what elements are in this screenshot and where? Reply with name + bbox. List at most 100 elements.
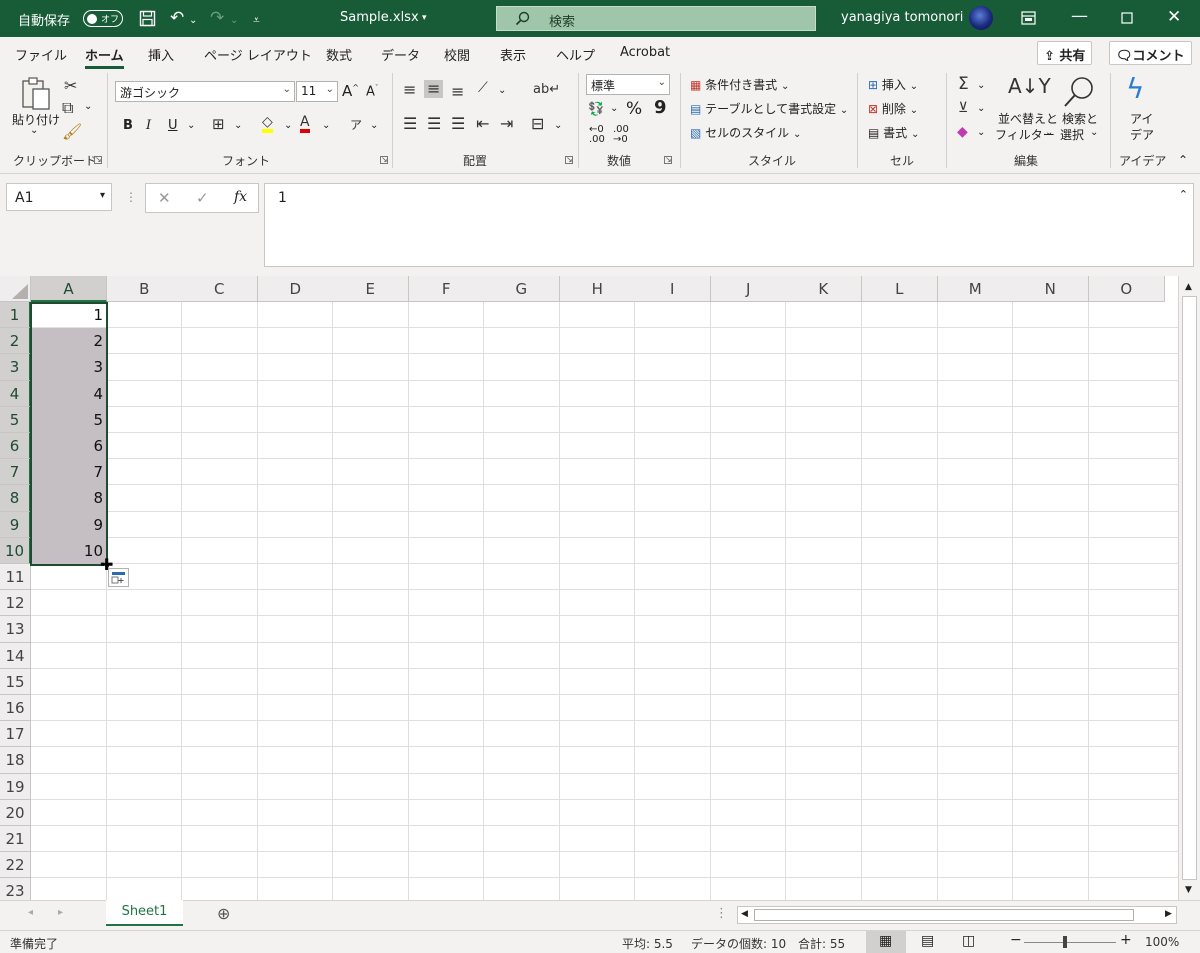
conditional-formatting-button[interactable]: ▦ 条件付き書式 ⌄ xyxy=(690,76,789,93)
borders-icon[interactable]: ⊞ xyxy=(212,115,225,133)
cancel-icon[interactable]: ✕ xyxy=(158,189,171,207)
alignment-launcher-icon[interactable]: ↘ xyxy=(565,156,573,164)
copy-dropdown-icon[interactable]: ⌄ xyxy=(84,101,92,112)
ideas-icon[interactable]: ϟ xyxy=(1126,74,1144,104)
undo-icon[interactable]: ↶ xyxy=(170,8,184,28)
row-header-11[interactable]: 11 xyxy=(0,564,31,591)
row-header-23[interactable]: 23 xyxy=(0,878,31,900)
clipboard-launcher-icon[interactable]: ↘ xyxy=(94,156,102,164)
row-header-17[interactable]: 17 xyxy=(0,721,31,748)
wrap-text-icon[interactable]: ab↵ xyxy=(533,81,560,99)
column-header-k[interactable]: K xyxy=(786,276,862,302)
paste-dropdown-icon[interactable]: ⌄ xyxy=(30,125,38,136)
column-header-a[interactable]: A xyxy=(31,276,107,302)
tab-file[interactable]: ファイル xyxy=(15,45,67,64)
number-launcher-icon[interactable]: ↘ xyxy=(664,156,672,164)
tab-split-grip-icon[interactable]: ⋮ xyxy=(715,906,728,921)
scroll-thumb[interactable] xyxy=(1182,296,1197,880)
row-header-20[interactable]: 20 xyxy=(0,799,31,826)
format-cells-button[interactable]: ▤ 書式 ⌄ xyxy=(868,124,919,141)
fill-color-dropdown-icon[interactable]: ⌄ xyxy=(284,120,292,131)
paste-icon[interactable] xyxy=(20,77,52,111)
italic-button[interactable]: I xyxy=(146,118,151,133)
percent-button[interactable]: % xyxy=(626,99,642,119)
row-header-13[interactable]: 13 xyxy=(0,616,31,643)
column-header-j[interactable]: J xyxy=(711,276,787,302)
normal-view-button[interactable]: ▦ xyxy=(866,931,906,953)
tab-insert[interactable]: 挿入 xyxy=(148,45,174,64)
borders-dropdown-icon[interactable]: ⌄ xyxy=(234,120,242,131)
row-header-12[interactable]: 12 xyxy=(0,590,31,617)
phonetic-dropdown-icon[interactable]: ⌄ xyxy=(370,120,378,131)
new-sheet-icon[interactable]: ⊕ xyxy=(217,904,230,923)
underline-button[interactable]: U xyxy=(168,118,178,133)
redo-icon[interactable]: ↷ xyxy=(210,8,224,28)
column-header-o[interactable]: O xyxy=(1089,276,1165,302)
find-dropdown-icon[interactable]: ⌄ xyxy=(1090,127,1098,138)
orientation-icon[interactable]: ⟋ xyxy=(478,79,488,97)
font-size-select[interactable]: 11 ⌄ xyxy=(296,81,338,102)
select-all-button[interactable] xyxy=(0,276,31,302)
row-header-8[interactable]: 8 xyxy=(0,485,31,512)
collapse-ribbon-icon[interactable]: ⌃ xyxy=(1178,153,1188,167)
close-icon[interactable]: ✕ xyxy=(1167,7,1181,27)
underline-dropdown-icon[interactable]: ⌄ xyxy=(187,120,195,131)
font-launcher-icon[interactable]: ↘ xyxy=(380,156,388,164)
maximize-icon[interactable] xyxy=(1121,12,1133,24)
formula-input[interactable]: 1 ⌃ xyxy=(264,183,1194,267)
fill-color-icon[interactable]: ◇ xyxy=(262,115,273,133)
user-name[interactable]: yanagiya tomonori xyxy=(841,10,963,25)
row-header-4[interactable]: 4 xyxy=(0,380,31,407)
sort-filter-label-1[interactable]: 並べ替えと xyxy=(998,110,1058,127)
merge-center-icon[interactable]: ⊟ xyxy=(531,115,544,133)
clear-dropdown-icon[interactable]: ⌄ xyxy=(977,127,985,138)
ribbon-display-icon[interactable] xyxy=(1021,11,1036,25)
status-count[interactable]: データの個数: 10 xyxy=(691,935,786,952)
row-header-15[interactable]: 15 xyxy=(0,668,31,695)
status-sum[interactable]: 合計: 55 xyxy=(798,935,845,952)
column-header-n[interactable]: N xyxy=(1013,276,1089,302)
tab-help[interactable]: ヘルプ xyxy=(556,45,595,64)
vertical-scrollbar[interactable]: ▲ ▼ xyxy=(1178,276,1200,900)
status-average[interactable]: 平均: 5.5 xyxy=(622,935,673,952)
autosum-icon[interactable]: Σ xyxy=(958,75,969,93)
avatar[interactable] xyxy=(969,6,993,30)
ideas-label-2[interactable]: デア xyxy=(1130,126,1154,143)
cut-icon[interactable]: ✂ xyxy=(64,77,77,95)
find-select-label-1[interactable]: 検索と xyxy=(1062,110,1098,127)
decrease-decimal-icon[interactable]: .00 →0 xyxy=(613,125,629,145)
sheet-tab-sheet1[interactable]: Sheet1 xyxy=(106,900,183,926)
scroll-left-icon[interactable]: ◀ xyxy=(741,909,748,919)
file-name[interactable]: Sample.xlsx xyxy=(340,10,419,25)
align-right-icon[interactable]: ☰ xyxy=(451,115,465,133)
filename-dropdown-icon[interactable]: ▾ xyxy=(422,13,427,23)
row-header-3[interactable]: 3 xyxy=(0,354,31,381)
column-header-e[interactable]: E xyxy=(333,276,409,302)
grow-font-icon[interactable]: A^ xyxy=(342,82,359,100)
minimize-icon[interactable]: — xyxy=(1071,6,1088,26)
column-header-m[interactable]: M xyxy=(938,276,1014,302)
tab-page-layout[interactable]: ページ レイアウト xyxy=(204,45,312,64)
bold-button[interactable]: B xyxy=(123,118,133,133)
cell-styles-button[interactable]: ▧ セルのスタイル ⌄ xyxy=(690,124,801,141)
orientation-dropdown-icon[interactable]: ⌄ xyxy=(498,85,506,96)
align-bottom-icon[interactable]: ≡ xyxy=(451,83,464,101)
column-header-i[interactable]: I xyxy=(635,276,711,302)
phonetic-icon[interactable]: ア xyxy=(350,116,362,134)
next-sheet-icon[interactable]: ▸ xyxy=(58,907,63,918)
horizontal-scrollbar[interactable]: ◀ ▶ xyxy=(737,906,1177,924)
font-family-select[interactable]: 游ゴシック ⌄ xyxy=(115,81,295,102)
align-center-icon[interactable]: ☰ xyxy=(427,115,441,133)
row-header-7[interactable]: 7 xyxy=(0,459,31,486)
shrink-font-icon[interactable]: Aˇ xyxy=(366,84,378,99)
row-header-5[interactable]: 5 xyxy=(0,406,31,433)
find-select-label-2[interactable]: 選択 xyxy=(1060,126,1084,143)
column-header-c[interactable]: C xyxy=(182,276,258,302)
page-layout-view-icon[interactable]: ▤ xyxy=(921,933,934,949)
align-top-icon[interactable]: ≡ xyxy=(403,81,416,99)
row-header-10[interactable]: 10 xyxy=(0,537,31,564)
insert-cells-button[interactable]: ⊞ 挿入 ⌄ xyxy=(868,76,918,93)
page-break-view-icon[interactable]: ◫ xyxy=(962,933,975,949)
sort-filter-icon[interactable]: A↓Y xyxy=(1008,75,1051,97)
row-header-2[interactable]: 2 xyxy=(0,328,31,355)
